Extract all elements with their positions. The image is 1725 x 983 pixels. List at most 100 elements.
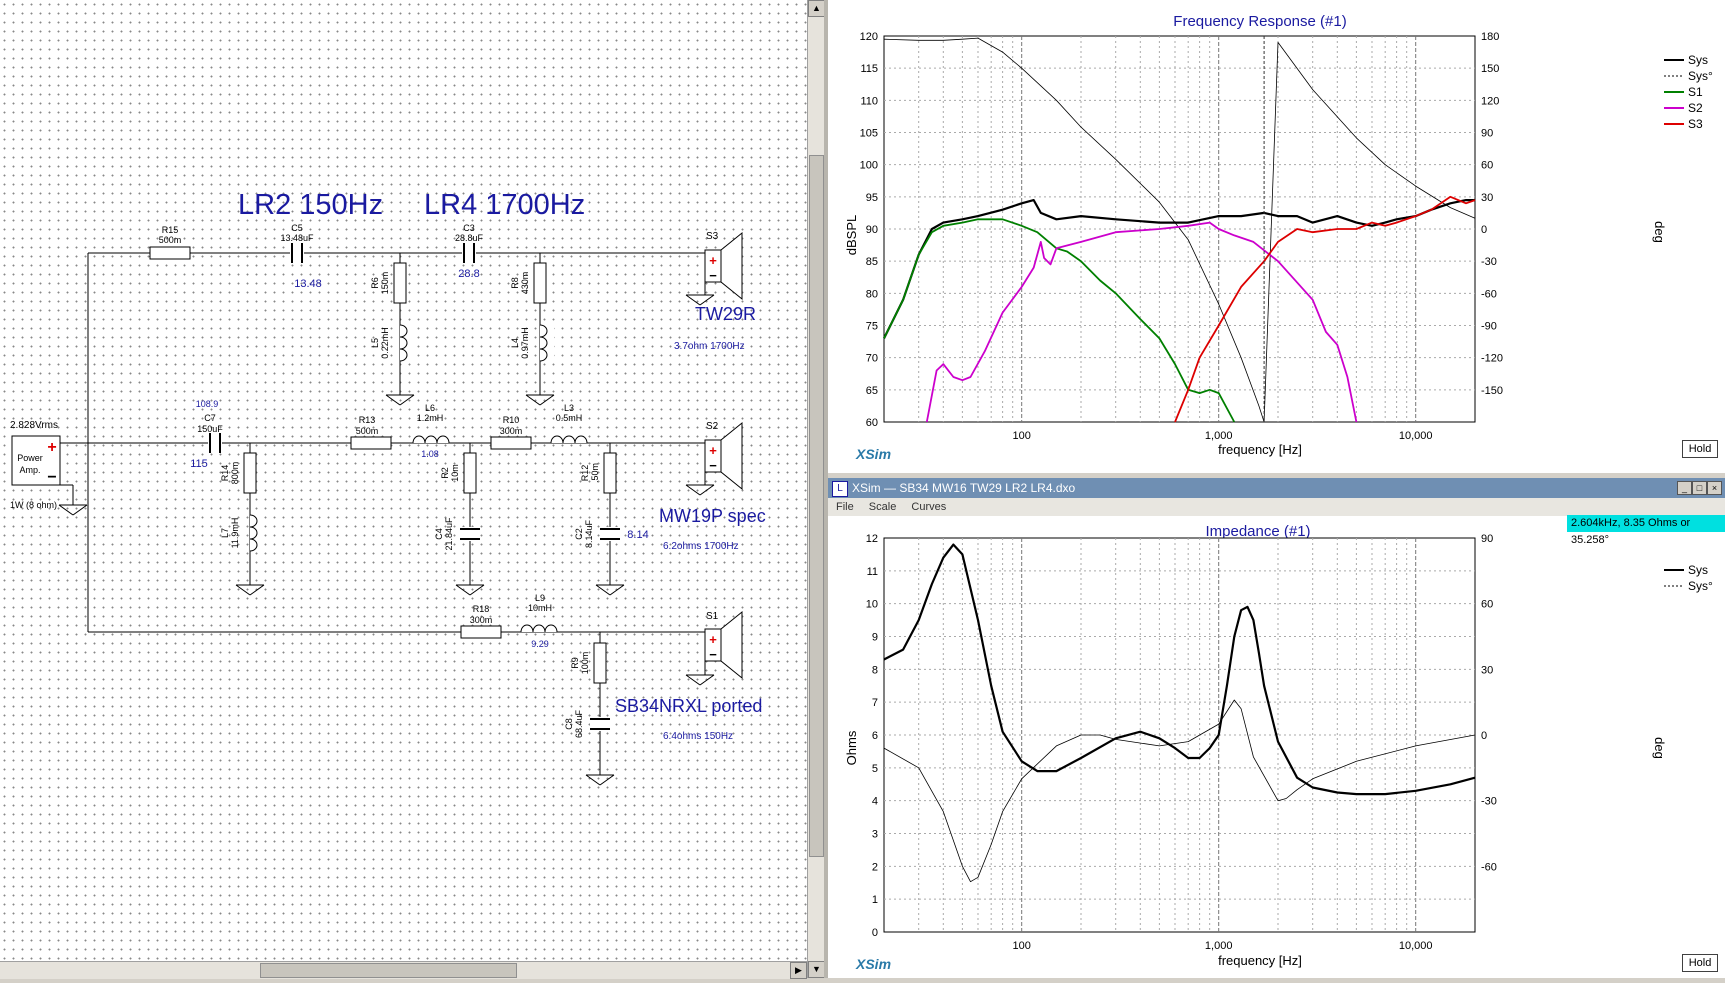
svg-text:+: + <box>709 443 717 458</box>
ytick-label: 1 <box>872 894 878 906</box>
scroll-up-button[interactable]: ▲ <box>808 0 825 17</box>
impedance-menubar: File Scale Curves <box>828 498 1725 516</box>
label-c3-name: C3 <box>463 223 475 233</box>
ytick-label: 3 <box>872 829 878 841</box>
ytick-label: 70 <box>866 353 878 365</box>
resistor-r13 <box>350 436 392 450</box>
impedance-titlebar[interactable]: L XSim — SB34 MW16 TW29 LR2 LR4.dxo _ □ × <box>828 478 1725 498</box>
resistor-r6 <box>393 262 407 304</box>
label-r8-name: R8 <box>510 277 520 289</box>
label-c2-name: C2 <box>574 528 584 540</box>
cursor-readout: 2.604kHz, 8.35 Ohms or 35.258° <box>1567 515 1725 546</box>
label-r13-name: R13 <box>359 415 376 425</box>
label-l7-name: L7 <box>220 528 230 538</box>
speaker-spec-mw19p: 6.2ohms 1700Hz <box>663 541 739 552</box>
label-l6-val: 1.2mH <box>417 413 444 423</box>
label-r12-name: R12 <box>580 465 590 482</box>
speaker-id-s3: S3 <box>706 231 719 242</box>
svg-text:−: − <box>709 458 717 473</box>
title-lr4: LR4 1700Hz <box>424 189 585 221</box>
ytick-label: 5 <box>872 763 878 775</box>
y2tick-label: -150 <box>1481 385 1503 397</box>
svg-text:−: − <box>709 268 717 283</box>
schematic-horizontal-scrollbar[interactable]: ▶ <box>0 961 807 979</box>
label-c8-val: 68.4uF <box>574 709 584 738</box>
label-c7-val: 150uF <box>197 424 223 434</box>
menu-curves[interactable]: Curves <box>911 501 946 513</box>
label-r10-val: 300m <box>500 426 523 436</box>
imp-y2label: deg <box>1652 737 1667 759</box>
label-r18-name: R18 <box>473 604 490 614</box>
label-r2-name: R2 <box>440 467 450 479</box>
speaker-id-s1: S1 <box>706 611 719 622</box>
y2tick-label: 90 <box>1481 128 1493 140</box>
menu-scale[interactable]: Scale <box>869 501 897 513</box>
speaker-name-mw19p: MW19P spec <box>659 506 766 526</box>
vertical-scroll-thumb[interactable] <box>809 155 824 857</box>
label-c5-name: C5 <box>291 223 303 233</box>
scroll-down-button[interactable]: ▼ <box>808 961 825 978</box>
svg-text:−: − <box>709 647 717 662</box>
ytick-label: 90 <box>866 224 878 236</box>
source-power: 1W (8 ohm) <box>10 500 57 510</box>
svg-text:−: − <box>47 469 56 486</box>
y2tick-label: 120 <box>1481 95 1499 107</box>
freq-title: Frequency Response (#1) <box>1173 13 1346 30</box>
ytick-label: 120 <box>860 31 878 43</box>
close-button[interactable]: × <box>1707 481 1722 495</box>
schematic-vertical-scrollbar[interactable]: ▲ ▼ <box>807 0 825 978</box>
impedance-window: L XSim — SB34 MW16 TW29 LR2 LR4.dxo _ □ ×… <box>828 478 1725 978</box>
ytick-label: 0 <box>872 927 878 939</box>
horizontal-scroll-thumb[interactable] <box>260 963 517 978</box>
legend-s3: S3 <box>1688 117 1703 131</box>
schematic-canvas[interactable]: + − + − + − + − LR2 150Hz LR4 1700Hz R15 50… <box>0 0 807 978</box>
xtick-label: 100 <box>1013 940 1031 952</box>
legend-sys: Sys <box>1688 53 1708 67</box>
resistor-r18 <box>460 625 502 639</box>
y2tick-label: 30 <box>1481 664 1493 676</box>
ytick-label: 75 <box>866 321 878 333</box>
label-l3-val: 0.5mH <box>556 413 583 423</box>
readout-c7-bot: 115 <box>190 458 208 470</box>
y2tick-label: 60 <box>1481 160 1493 172</box>
label-r14-val: 800m <box>230 462 240 485</box>
ytick-label: 105 <box>860 128 878 140</box>
label-l5-name: L5 <box>370 338 380 348</box>
y2tick-label: -120 <box>1481 353 1503 365</box>
menu-file[interactable]: File <box>836 501 854 513</box>
ytick-label: 115 <box>860 63 878 75</box>
readout-c7-top: 108.9 <box>196 399 219 409</box>
maximize-button[interactable]: □ <box>1692 481 1707 495</box>
minimize-button[interactable]: _ <box>1677 481 1692 495</box>
label-l5-val: 0.22mH <box>380 327 390 359</box>
label-r18-val: 300m <box>470 615 493 625</box>
y2tick-label: -60 <box>1481 288 1497 300</box>
y2tick-label: -90 <box>1481 321 1497 333</box>
xtick-label: 10,000 <box>1399 940 1433 952</box>
svg-text:+: + <box>709 253 717 268</box>
label-r15-name: R15 <box>162 225 179 235</box>
hold-button-imp[interactable]: Hold <box>1682 954 1718 972</box>
legend-s2: S2 <box>1688 101 1703 115</box>
y2tick-label: -30 <box>1481 256 1497 268</box>
label-c8-name: C8 <box>564 718 574 730</box>
resistor-r12 <box>603 452 617 494</box>
app-icon: L <box>832 481 848 497</box>
schematic-drawing[interactable]: + − +− +− +− LR2 150Hz LR4 1700Hz R15 50… <box>0 0 807 978</box>
label-c3-val: 28.8uF <box>455 233 484 243</box>
scroll-right-button[interactable]: ▶ <box>790 962 807 979</box>
ytick-label: 9 <box>872 632 878 644</box>
ytick-label: 2 <box>872 861 878 873</box>
source-label1: Power <box>17 453 43 463</box>
hold-button-freq[interactable]: Hold <box>1682 440 1718 458</box>
xtick-label: 1,000 <box>1205 430 1233 442</box>
y2tick-label: 0 <box>1481 730 1487 742</box>
plot-area: 0123456789101112-60-300306090100 1,000 10,… <box>866 533 1497 952</box>
svg-text:+: + <box>709 632 717 647</box>
label-c4-name: C4 <box>434 528 444 540</box>
label-r13-val: 500m <box>356 426 379 436</box>
label-l4-val: 0.97mH <box>520 327 530 359</box>
y2tick-label: -60 <box>1481 861 1497 873</box>
resistor-r15 <box>149 246 191 260</box>
y2tick-label: 180 <box>1481 31 1499 43</box>
